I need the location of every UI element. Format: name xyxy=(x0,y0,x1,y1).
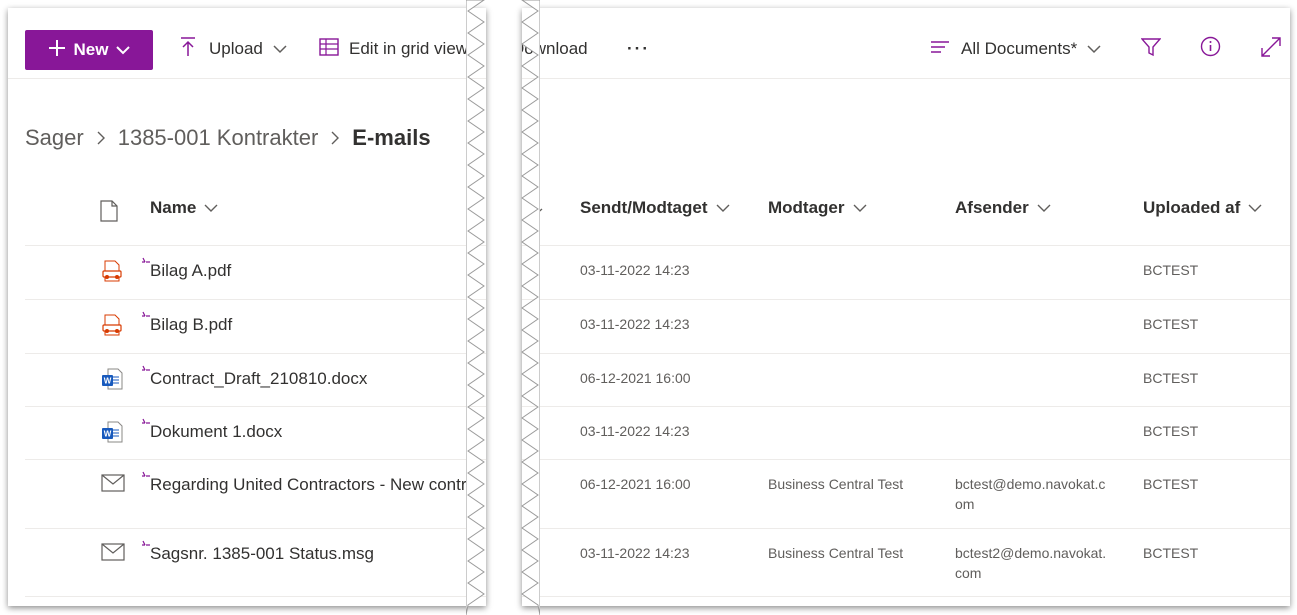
cell-sender-line: bctest@demo.navokat.c xyxy=(955,476,1106,492)
breadcrumb-item-sager[interactable]: Sager xyxy=(25,125,84,151)
command-bar: New Upload Edit in grid view xyxy=(8,20,486,79)
table-row[interactable] xyxy=(25,246,486,298)
edit-grid-view-button[interactable]: Edit in grid view xyxy=(319,20,468,78)
more-icon: ··· xyxy=(627,39,650,58)
breadcrumb-item-kontrakter[interactable]: 1385-001 Kontrakter xyxy=(118,125,319,151)
filter-icon xyxy=(1140,37,1162,62)
cell-sent-received: 06-12-2021 16:00 xyxy=(580,370,691,386)
cell-sent-received: 03-11-2022 14:23 xyxy=(580,423,690,439)
chevron-down-icon xyxy=(116,40,131,60)
chevron-right-icon xyxy=(330,125,340,151)
cell-sent-received: 03-11-2022 14:23 xyxy=(580,545,690,561)
upload-button[interactable]: Upload xyxy=(179,20,287,78)
view-lines-icon xyxy=(930,39,950,59)
chevron-down-icon xyxy=(1037,198,1051,218)
view-selector-label: All Documents* xyxy=(961,39,1078,58)
cell-sent-received: 03-11-2022 14:23 xyxy=(580,262,690,278)
left-panel: New Upload Edit in grid view Sager 1385-… xyxy=(8,8,486,606)
info-button[interactable] xyxy=(1200,20,1221,78)
more-actions-button[interactable]: ··· xyxy=(627,20,650,78)
cell-recipient: Business Central Test xyxy=(768,545,904,561)
expand-button[interactable] xyxy=(1260,20,1282,78)
cell-uploaded-by: BCTEST xyxy=(1143,545,1199,561)
torn-edge-left xyxy=(466,0,485,615)
column-header-sender-label: Afsender xyxy=(955,198,1029,217)
expand-icon xyxy=(1260,36,1282,63)
cell-sender: bctest@demo.navokat.c om xyxy=(955,474,1125,514)
right-panel: Download ··· All Documents* xyxy=(522,8,1290,606)
cell-uploaded-by: BCTEST xyxy=(1143,476,1199,492)
row-divider xyxy=(25,596,486,597)
pdf-file-icon xyxy=(101,314,123,336)
cell-uploaded-by: BCTEST xyxy=(1143,423,1199,439)
chevron-down-icon xyxy=(204,198,218,218)
file-type-header-icon[interactable] xyxy=(100,200,120,222)
chevron-down-icon xyxy=(716,198,730,218)
cell-uploaded-by: BCTEST xyxy=(1143,316,1199,332)
cell-sent-received: 06-12-2021 16:00 xyxy=(580,476,691,492)
file-name-link[interactable]: Dokument 1.docx xyxy=(150,422,282,442)
svg-text:W: W xyxy=(104,430,112,439)
column-header-sent-received[interactable]: Sendt/Modtaget xyxy=(580,198,730,218)
view-selector[interactable]: All Documents* xyxy=(930,20,1101,78)
new-button-label: New xyxy=(73,40,109,59)
file-name-link[interactable]: Sagsnr. 1385-001 Status.msg xyxy=(150,544,374,564)
email-file-icon xyxy=(101,474,125,496)
column-header-sent-received-label: Sendt/Modtaget xyxy=(580,198,708,217)
cell-sender: bctest2@demo.navokat. com xyxy=(955,543,1125,583)
svg-text:W: W xyxy=(104,377,112,386)
cell-sent-received: 03-11-2022 14:23 xyxy=(580,316,690,332)
column-header-uploaded-by[interactable]: Uploaded af xyxy=(1143,198,1262,218)
command-bar: Download ··· All Documents* xyxy=(522,20,1290,79)
file-name-link[interactable]: Bilag A.pdf xyxy=(150,261,231,281)
cell-uploaded-by: BCTEST xyxy=(1143,262,1199,278)
column-header-name[interactable]: Name xyxy=(150,198,218,218)
upload-label: Upload xyxy=(209,39,263,58)
column-header-recipient-label: Modtager xyxy=(768,198,845,217)
file-name-link[interactable]: Contract_Draft_210810.docx xyxy=(150,369,367,389)
torn-edge-right xyxy=(521,0,540,615)
cell-sender-line: om xyxy=(955,496,975,512)
row-divider xyxy=(522,596,1290,597)
chevron-down-icon xyxy=(1248,198,1262,218)
column-header-uploaded-by-label: Uploaded af xyxy=(1143,198,1241,217)
plus-icon xyxy=(48,39,66,62)
new-button[interactable]: New xyxy=(25,30,153,70)
chevron-down-icon xyxy=(853,198,867,218)
word-file-icon: W xyxy=(101,368,123,390)
cell-uploaded-by: BCTEST xyxy=(1143,370,1199,386)
pdf-file-icon xyxy=(101,260,123,282)
chevron-down-icon xyxy=(1087,39,1101,59)
file-name-link[interactable]: Bilag B.pdf xyxy=(150,315,232,335)
info-icon xyxy=(1200,36,1221,62)
cell-sender-line: bctest2@demo.navokat. xyxy=(955,545,1107,561)
column-header-recipient[interactable]: Modtager xyxy=(768,198,867,218)
breadcrumb: Sager 1385-001 Kontrakter E-mails xyxy=(25,125,431,151)
filter-button[interactable] xyxy=(1140,20,1162,78)
file-name-link[interactable]: Regarding United Contractors - New contr… xyxy=(150,475,476,495)
cell-sender-line: com xyxy=(955,565,982,581)
edit-grid-label: Edit in grid view xyxy=(349,39,469,58)
cell-recipient: Business Central Test xyxy=(768,476,904,492)
breadcrumb-current: E-mails xyxy=(352,125,431,150)
word-file-icon: W xyxy=(101,421,123,443)
table-row[interactable] xyxy=(25,300,486,352)
column-header-sender[interactable]: Afsender xyxy=(955,198,1051,218)
column-header-name-label: Name xyxy=(150,198,197,217)
grid-icon xyxy=(319,37,339,61)
chevron-right-icon xyxy=(96,125,106,151)
upload-icon xyxy=(179,36,197,62)
chevron-down-icon xyxy=(273,39,287,59)
email-file-icon xyxy=(101,543,125,565)
